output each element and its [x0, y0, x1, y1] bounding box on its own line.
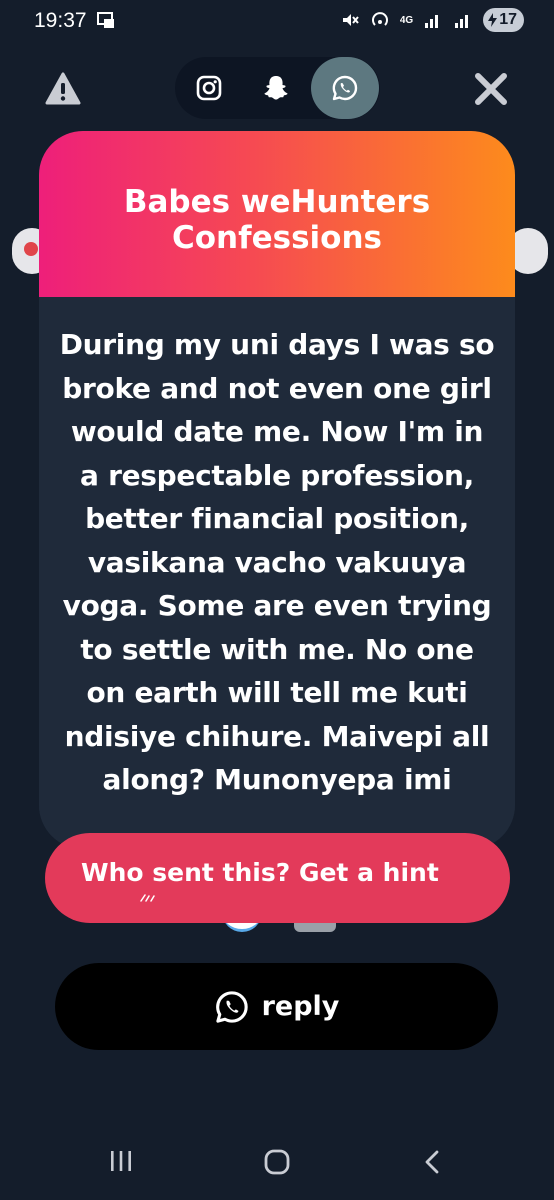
whatsapp-icon [215, 990, 248, 1023]
share-target-bar [175, 57, 380, 119]
network-type: 4G [399, 14, 414, 26]
card-body: During my uni days I was so broke and no… [39, 297, 515, 849]
close-icon[interactable] [472, 70, 510, 108]
battery-indicator: 17 [483, 8, 524, 32]
battery-level: 17 [499, 11, 517, 28]
status-icons: 4G 17 [340, 8, 524, 32]
card-message: During my uni days I was so broke and no… [59, 328, 495, 796]
whatsapp-icon [332, 75, 358, 101]
instagram-icon [196, 75, 222, 101]
snapchat-icon [264, 76, 288, 100]
hotspot-icon [371, 12, 388, 26]
get-hint-button[interactable]: Who sent this? Get a hint [45, 833, 510, 923]
siren-icon [24, 242, 38, 256]
screen: 19:37 4G 17 Babes weHunters Confessions … [0, 0, 554, 1200]
card-title: Babes weHunters Confessions [123, 184, 431, 256]
signal-icon [455, 15, 469, 28]
back-icon[interactable] [423, 1149, 441, 1175]
mute-icon [342, 14, 359, 26]
share-snapchat-button[interactable] [242, 57, 310, 119]
recent-apps-icon[interactable] [108, 1150, 134, 1172]
warning-icon[interactable] [45, 72, 81, 106]
confession-card: Babes weHunters Confessions During my un… [39, 131, 515, 849]
reply-button[interactable]: reply [55, 963, 498, 1050]
card-header: Babes weHunters Confessions [39, 131, 515, 297]
home-icon[interactable] [263, 1148, 291, 1176]
signal-icon [425, 15, 439, 28]
reply-label: reply [261, 991, 340, 1022]
share-whatsapp-button[interactable] [311, 57, 379, 119]
system-nav-bar [0, 1125, 554, 1200]
screenshot-notification-icon [97, 12, 114, 28]
status-time: 19:37 [34, 9, 87, 32]
share-instagram-button[interactable] [175, 57, 243, 119]
status-bar: 19:37 4G 17 [0, 0, 554, 44]
get-hint-label: Who sent this? Get a hint [81, 858, 439, 887]
charging-icon [488, 13, 498, 27]
peeking-hands-icon [140, 894, 155, 902]
